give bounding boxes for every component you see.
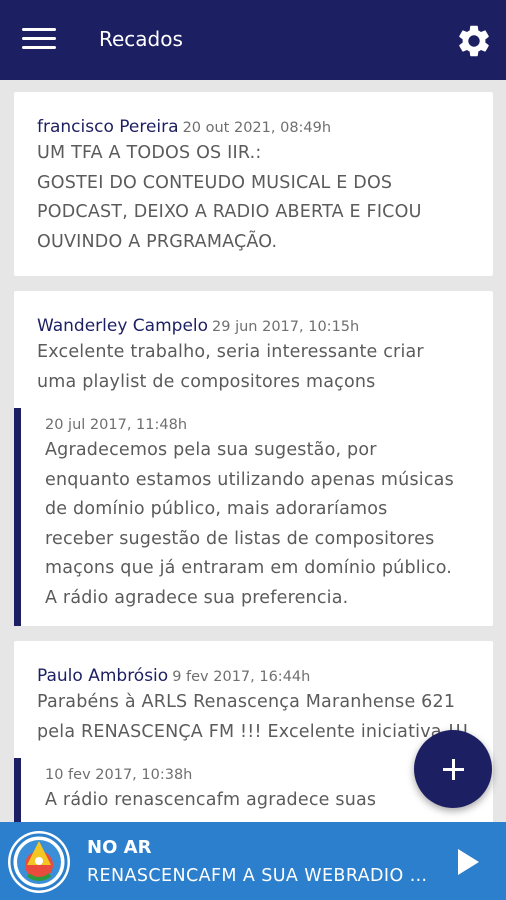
message-line: UM TFA A TODOS OS IIR.: (37, 143, 262, 163)
reply-time: 20 jul 2017, 11:48h (45, 417, 188, 433)
message-author: Wanderley Campelo (37, 316, 209, 336)
reply-line: enquanto estamos utilizando apenas músic… (45, 469, 454, 490)
message-time: 29 jun 2017, 10:15h (212, 319, 360, 335)
message-text: Parabéns à ARLS Renascença Maranhense 62… (37, 688, 487, 747)
reply-line: maçons que já entraram em domínio públic… (45, 558, 453, 578)
message-header: Wanderley Campelo 29 jun 2017, 10:15h (37, 315, 487, 338)
message-line: Parabéns à ARLS Renascença Maranhense 62… (37, 692, 456, 712)
message-text: Excelente trabalho, seria interessante c… (37, 338, 487, 397)
add-message-button[interactable] (414, 730, 492, 808)
message-line: OUVINDO A PRGRAMAÇÃO. (37, 231, 278, 252)
message-line: PODCAST, DEIXO A RADIO ABERTA E FICOU (37, 202, 422, 222)
station-logo (8, 831, 70, 893)
app-bar: Recados (0, 0, 506, 80)
message-line: uma playlist de compositores maçons (37, 371, 376, 392)
messages-list[interactable]: francisco Pereira 20 out 2021, 08:49h UM … (0, 80, 506, 822)
message-card: Wanderley Campelo 29 jun 2017, 10:15h Exc… (14, 291, 493, 626)
reply-block: 20 jul 2017, 11:48h Agradecemos pela sua… (14, 408, 454, 626)
play-icon[interactable] (456, 848, 480, 876)
message-text: UM TFA A TODOS OS IIR.: GOSTEI DO CONTEU… (37, 139, 487, 257)
message-line: Excelente trabalho, seria interessante c… (37, 342, 424, 362)
message-card: Paulo Ambrósio 9 fev 2017, 16:44h Parabén… (14, 641, 493, 822)
message-line: pela RENASCENÇA FM !!! Excelente iniciat… (37, 721, 470, 742)
message-header: Paulo Ambrósio 9 fev 2017, 16:44h (37, 665, 487, 688)
message-header: francisco Pereira 20 out 2021, 08:49h (37, 116, 487, 139)
reply-block: 10 fev 2017, 10:38h A rádio renascencafm… (14, 758, 376, 822)
message-author: Paulo Ambrósio (37, 666, 169, 686)
menu-icon[interactable] (22, 28, 56, 52)
message-time: 20 out 2021, 08:49h (182, 120, 332, 136)
on-air-label: NO AR (87, 837, 152, 858)
gear-icon[interactable] (455, 22, 493, 60)
station-name: RENASCENCAFM A SUA WEBRADIO MAÇÔNICA (87, 866, 429, 886)
page-title: Recados (99, 27, 183, 51)
player-bar[interactable]: NO AR RENASCENCAFM A SUA WEBRADIO MAÇÔNI… (0, 822, 506, 900)
message-line: GOSTEI DO CONTEUDO MUSICAL E DOS (37, 172, 393, 193)
reply-text: Agradecemos pela sua sugestão, por enqua… (45, 436, 490, 613)
message-card: francisco Pereira 20 out 2021, 08:49h UM … (14, 92, 493, 276)
message-time: 9 fev 2017, 16:44h (172, 669, 311, 685)
reply-line: Agradecemos pela sua sugestão, por (45, 440, 377, 460)
reply-line: de domínio público, mais adoraríamos (45, 499, 388, 519)
reply-line: receber sugestão de listas de compositor… (45, 528, 435, 549)
message-author: francisco Pereira (37, 117, 179, 137)
reply-line: A rádio agradece sua preferencia. (45, 587, 349, 608)
